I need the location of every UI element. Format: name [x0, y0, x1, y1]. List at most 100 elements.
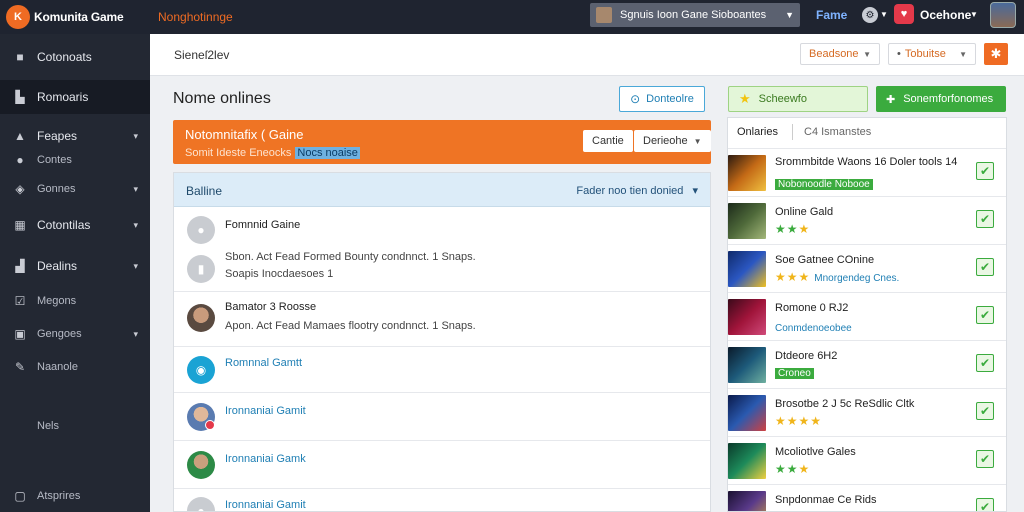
- game-title: Online Gald: [775, 206, 834, 218]
- dropdown-label: Beadsone: [809, 48, 859, 60]
- game-row[interactable]: Soe Gatnee COnine ★★★ Mnorgendeg Cnes. ✔: [728, 244, 1006, 292]
- top-nav-link[interactable]: Nonghotinnge: [158, 10, 233, 24]
- sidebar-item-contes[interactable]: ● Contes: [0, 153, 150, 167]
- game-row[interactable]: Srommbitde Waons 16 Doler tools 14 Nobon…: [728, 148, 1006, 196]
- game-thumbnail: [728, 251, 766, 287]
- sidebar-item-feapes[interactable]: ▲ Feapes ▾: [0, 129, 150, 143]
- game-row[interactable]: Brosotbe 2 J 5c ReSdlic Cltk ★★★★ ✔: [728, 388, 1006, 436]
- list-item[interactable]: Ironnaniai Gamit: [174, 393, 710, 441]
- settings-icon: ✱: [990, 46, 1002, 61]
- chevron-down-icon: ▾: [133, 328, 138, 339]
- settings-button[interactable]: ✱: [984, 43, 1008, 65]
- bar-chart-icon: ▟: [15, 259, 25, 273]
- sidebar-item-gonnes[interactable]: ◈ Gonnes ▾: [0, 182, 150, 196]
- sidebar-item-atsprires[interactable]: ▢ Atsprires: [0, 489, 150, 503]
- check-icon[interactable]: ✔: [976, 306, 994, 324]
- game-row[interactable]: Mcoliotlve Gales ★★★ ✔: [728, 436, 1006, 484]
- logo-icon: K: [6, 5, 30, 29]
- check-icon[interactable]: ✔: [976, 258, 994, 276]
- list-item[interactable]: ● Ironnaniai Gamit: [174, 489, 710, 511]
- game-title: Snpdonmae Ce Rids: [775, 494, 877, 506]
- search-icon: ⊙: [630, 92, 641, 106]
- outline-action-button[interactable]: ⊙ Donteolre: [619, 86, 705, 112]
- sidebar-item-cotonoats[interactable]: ■ Cotonoats: [0, 50, 150, 64]
- game-title: Dtdeore 6H2: [775, 350, 838, 362]
- check-icon[interactable]: ✔: [976, 450, 994, 468]
- game-row[interactable]: Romone 0 RJ2 Conmdenoeobee ✔: [728, 292, 1006, 340]
- list-item-text: Soapis Inocdaesoes 1: [225, 268, 334, 280]
- button-label: Cantie: [592, 135, 624, 147]
- sidebar-item-romoaris[interactable]: ▙ Romoaris: [0, 80, 150, 114]
- tab-ismanstes[interactable]: C4 Ismanstes: [804, 126, 871, 138]
- check-icon[interactable]: ✔: [976, 498, 994, 511]
- user-menu[interactable]: Ocehone: [920, 8, 971, 22]
- notification-badge: [205, 420, 215, 430]
- banner-dropdown-derieohe[interactable]: Derieohe ▼: [634, 130, 711, 152]
- light-green-button[interactable]: ★ Scheewfo: [728, 86, 868, 112]
- banner-button-cantie[interactable]: Cantie: [583, 130, 633, 152]
- list-header: Balline Fader noo tien donied ▾: [174, 173, 710, 207]
- list-item-name[interactable]: Romnnal Gamtt: [225, 357, 302, 369]
- check-icon[interactable]: ✔: [976, 402, 994, 420]
- sidebar-item-gengoes[interactable]: ▣ Gengoes ▾: [0, 327, 150, 341]
- chevron-down-icon[interactable]: ▼: [880, 10, 888, 19]
- sidebar-item-cotontilas[interactable]: ▦ Cotontilas ▾: [0, 218, 150, 232]
- sidebar-item-nels[interactable]: Nels: [0, 419, 150, 433]
- avatar: ◉: [187, 356, 215, 384]
- wrench-icon: ✎: [14, 360, 26, 374]
- app-title: Komunita Game: [34, 10, 124, 24]
- sidebar-item-label: Dealins: [37, 259, 78, 273]
- pin-icon: •: [897, 48, 901, 60]
- list-item[interactable]: ● Fomnnid Gaine ▮ Sbon. Act Fead Formed …: [174, 207, 710, 292]
- list-filter[interactable]: Fader noo tien donied ▾: [576, 184, 698, 197]
- sidebar-item-megons[interactable]: ☑ Megons: [0, 294, 150, 308]
- user-avatar[interactable]: [990, 2, 1016, 28]
- list-item[interactable]: ◉ Romnnal Gamtt: [174, 347, 710, 393]
- top-search-dropdown[interactable]: Sgnuis Ioon Gane Sioboantes ▼: [590, 3, 800, 27]
- sidebar-item-dealins[interactable]: ▟ Dealins ▾: [0, 259, 150, 273]
- list-item-name[interactable]: Ironnaniai Gamit: [225, 405, 306, 417]
- list-item[interactable]: Ironnaniai Gamk: [174, 441, 710, 489]
- breadcrumb: Sieneſ2lev: [174, 48, 230, 62]
- list-item-name[interactable]: Ironnaniai Gamit: [225, 499, 306, 511]
- sidebar-item-label: Atsprires: [37, 490, 81, 502]
- sidebar-item-label: Nels: [37, 420, 60, 432]
- green-action-button[interactable]: ✚ Sonemforfonomes: [876, 86, 1006, 112]
- list-item[interactable]: Bamator 3 Roosse Apon. Act Fead Mamaes f…: [174, 292, 710, 347]
- app-logo[interactable]: K Komunita Game: [0, 5, 150, 29]
- grid-icon: ▦: [14, 218, 26, 232]
- banner-subtitle-text: Somit Ideste Eneocks: [185, 147, 292, 159]
- check-icon[interactable]: ✔: [976, 210, 994, 228]
- banner-link[interactable]: Nocs noaise: [295, 147, 360, 159]
- game-row[interactable]: Online Gald ★★★ ✔: [728, 196, 1006, 244]
- sidebar-item-naanole[interactable]: ✎ Naanole: [0, 360, 150, 374]
- top-game-link[interactable]: Fame: [816, 8, 847, 22]
- chevron-down-icon: ▾: [133, 219, 138, 230]
- game-row[interactable]: Snpdonmae Ce Rids ✔: [728, 484, 1006, 511]
- button-label: Donteolre: [646, 93, 694, 105]
- user-badge-icon[interactable]: ♥: [894, 4, 914, 24]
- button-label: Derieohe: [643, 135, 688, 147]
- game-row[interactable]: Dtdeore 6H2 Croneo ✔: [728, 340, 1006, 388]
- gear-icon[interactable]: ⚙: [862, 7, 878, 23]
- sidebar-item-label: Feapes: [37, 129, 78, 143]
- share-icon: ◈: [15, 182, 25, 196]
- tab-onlaries[interactable]: Onlaries: [737, 126, 778, 138]
- game-subtitle: Croneo: [775, 368, 814, 379]
- button-label: Scheewfo: [758, 93, 807, 105]
- chevron-down-icon: ▼: [785, 10, 794, 20]
- check-icon[interactable]: ✔: [976, 354, 994, 372]
- chevron-down-icon[interactable]: ▼: [970, 10, 978, 19]
- avatar: [187, 304, 215, 332]
- dropdown-tobuitse[interactable]: • Tobuitse ▼: [888, 43, 976, 65]
- orange-banner: Notomnitafix ( Gaine Somit Ideste Eneock…: [173, 120, 711, 164]
- button-label: Sonemforfonomes: [903, 93, 994, 105]
- sidebar-item-label: Contes: [37, 154, 72, 166]
- sidebar-item-label: Gonnes: [37, 183, 76, 195]
- list-header-title: Balline: [186, 184, 223, 198]
- check-icon[interactable]: ✔: [976, 162, 994, 180]
- chevron-down-icon: ▾: [133, 183, 138, 194]
- rating-stars: ★★★ Mnorgendeg Cnes.: [775, 270, 900, 284]
- list-item-name[interactable]: Ironnaniai Gamk: [225, 453, 306, 465]
- dropdown-beadsone[interactable]: Beadsone ▼: [800, 43, 880, 65]
